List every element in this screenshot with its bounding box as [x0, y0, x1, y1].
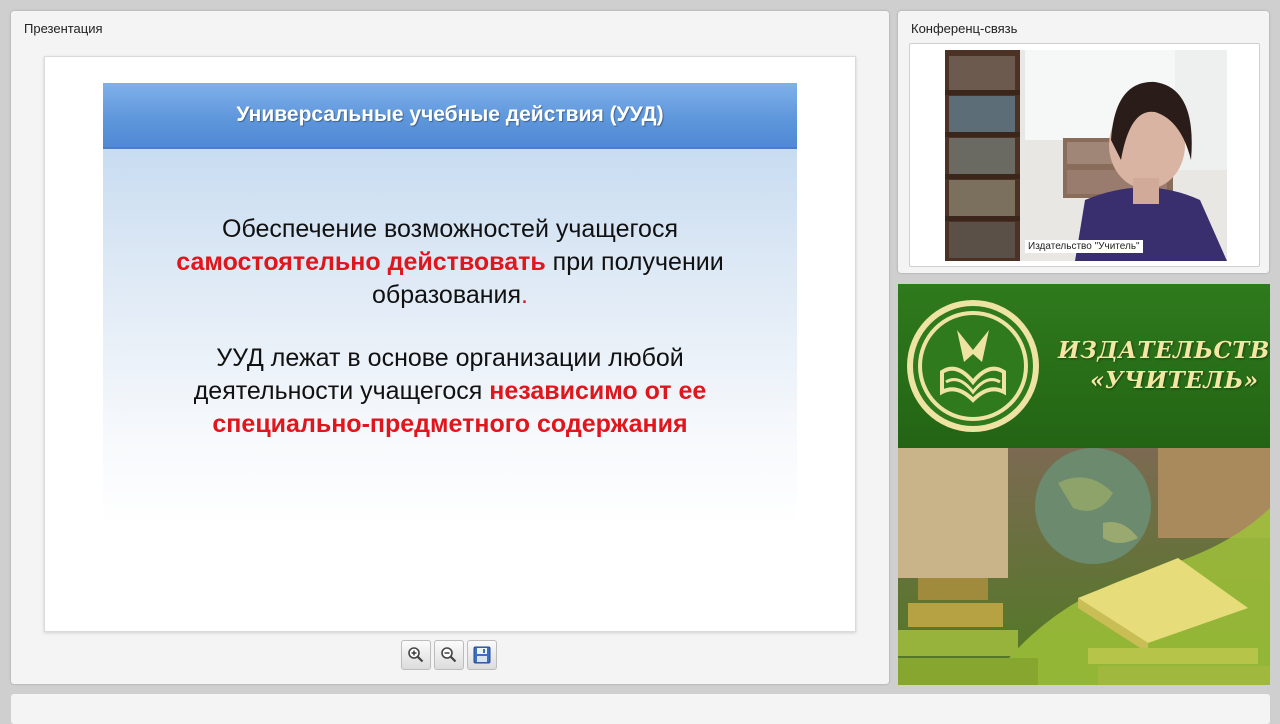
para2-line2-plain: деятельности учащегося [193, 377, 490, 405]
para2-line2-emphasis: независимо от ее [489, 377, 707, 405]
publisher-name-line1: ИЗДАТЕЛЬСТВО [1058, 337, 1270, 364]
para2-line3-emphasis: специально-предметного содержания [212, 410, 688, 438]
para2-line1: УУД лежат в основе организации любой [216, 344, 684, 372]
presentation-panel-title: Презентация [24, 21, 103, 36]
save-button[interactable] [467, 640, 497, 670]
zoom-out-button[interactable] [434, 640, 464, 670]
publisher-name-line2: «УЧИТЕЛЬ» [1090, 367, 1259, 394]
video-frame: Издательство "Учитель" [909, 43, 1260, 267]
publisher-banner-photo [898, 448, 1270, 685]
para1-line3-text: образования [371, 281, 522, 309]
para1-line3: образования. [103, 279, 797, 312]
slide-header: Универсальные учебные действия (УУД) [103, 83, 797, 149]
publisher-banner-header: ИЗДАТЕЛЬСТВО «УЧИТЕЛЬ» [898, 284, 1270, 448]
para1-line1: Обеспечение возможностей учащегося [222, 215, 678, 243]
para1-emphasis: самостоятельно действовать [176, 248, 546, 276]
para1-line2: самостоятельно действовать при получении [103, 246, 797, 279]
publisher-logo-icon [907, 300, 1039, 432]
presentation-panel: Презентация Универсальные учебные действ… [11, 11, 889, 684]
books-globe-illustration [898, 448, 1270, 685]
para2-line2: деятельности учащегося независимо от ее [103, 375, 797, 408]
para1-period: . [521, 281, 528, 309]
slide-title: Универсальные учебные действия (УУД) [236, 103, 664, 126]
save-icon [473, 646, 491, 664]
webcam-feed-image [945, 50, 1227, 261]
slide-body: Универсальные учебные действия (УУД) Обе… [103, 83, 797, 527]
video-participant-label: Издательство "Учитель" [1025, 240, 1143, 253]
presentation-slide: Универсальные учебные действия (УУД) Обе… [44, 56, 856, 632]
conference-panel-title: Конференц-связь [911, 21, 1018, 36]
conference-panel: Конференц-связь Издательство "Учитель" [898, 11, 1269, 273]
presentation-toolbar [401, 640, 497, 670]
slide-paragraph-2: УУД лежат в основе организации любой дея… [103, 342, 797, 441]
slide-paragraph-1: Обеспечение возможностей учащегося самос… [103, 213, 797, 312]
zoom-in-button[interactable] [401, 640, 431, 670]
publisher-banner: ИЗДАТЕЛЬСТВО «УЧИТЕЛЬ» [898, 284, 1270, 685]
webcam-video[interactable]: Издательство "Учитель" [945, 50, 1227, 261]
para1-after-emphasis: при получении [545, 248, 724, 276]
zoom-in-icon [408, 647, 424, 663]
zoom-out-icon [441, 647, 457, 663]
